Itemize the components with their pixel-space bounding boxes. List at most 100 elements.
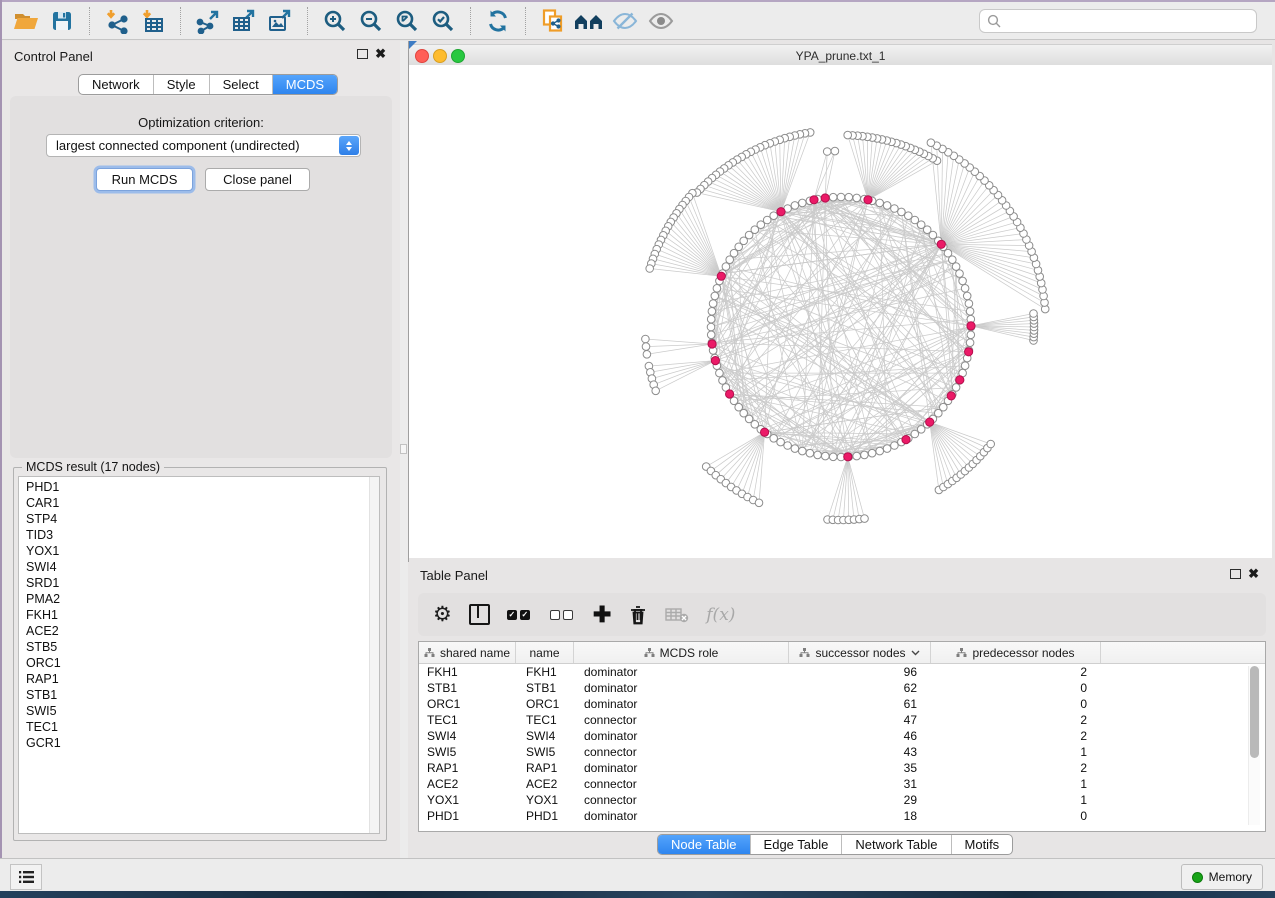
column-header-predecessor-nodes[interactable]: predecessor nodes: [931, 642, 1101, 663]
column-header-MCDS-role[interactable]: MCDS role: [574, 642, 789, 663]
gear-icon[interactable]: ⚙: [433, 601, 452, 629]
mcds-result-item[interactable]: SRD1: [19, 575, 379, 591]
save-icon[interactable]: [44, 6, 80, 36]
tab-style[interactable]: Style: [154, 75, 210, 94]
select-stepper-icon: [339, 136, 359, 155]
refresh-icon[interactable]: [480, 6, 516, 36]
deselect-all-icon[interactable]: [550, 601, 576, 629]
hide-selected-eye-icon[interactable]: [607, 6, 643, 36]
cell-name: SWI5: [516, 745, 574, 759]
table-row[interactable]: RAP1RAP1dominator352: [419, 760, 1265, 776]
optimization-criterion-label: Optimization criterion:: [10, 115, 392, 130]
table-row[interactable]: SWI5SWI5connector431: [419, 744, 1265, 760]
tab-motifs[interactable]: Motifs: [952, 835, 1013, 854]
memory-button[interactable]: Memory: [1181, 864, 1263, 890]
table-scrollbar-thumb[interactable]: [1250, 666, 1259, 758]
cell-name: ACE2: [516, 777, 574, 791]
mcds-result-list[interactable]: PHD1CAR1STP4TID3YOX1SWI4SRD1PMA2FKH1ACE2…: [18, 476, 380, 834]
mcds-result-item[interactable]: STP4: [19, 511, 379, 527]
mcds-list-scrollbar[interactable]: [369, 477, 379, 833]
optimization-criterion-select[interactable]: largest connected component (undirected): [46, 134, 361, 157]
float-panel-icon[interactable]: [1230, 569, 1241, 579]
tab-node-table[interactable]: Node Table: [658, 835, 751, 854]
show-all-eye-icon[interactable]: [643, 6, 679, 36]
columns-icon[interactable]: [469, 601, 490, 629]
import-network-icon[interactable]: [99, 6, 135, 36]
close-panel-icon[interactable]: ✖: [375, 49, 386, 59]
export-image-icon[interactable]: [262, 6, 298, 36]
mcds-result-item[interactable]: STB1: [19, 687, 379, 703]
table-scrollbar[interactable]: [1248, 666, 1260, 825]
search-input[interactable]: [1006, 14, 1256, 28]
select-all-icon[interactable]: ✓✓: [507, 601, 533, 629]
cell-shared-name: RAP1: [419, 761, 516, 775]
close-panel-button[interactable]: Close panel: [205, 168, 310, 191]
tab-network[interactable]: Network: [79, 75, 154, 94]
mcds-result-item[interactable]: TID3: [19, 527, 379, 543]
mcds-result-item[interactable]: YOX1: [19, 543, 379, 559]
table-row[interactable]: ORC1ORC1dominator610: [419, 696, 1265, 712]
import-table-icon[interactable]: [135, 6, 171, 36]
table-row[interactable]: FKH1FKH1dominator962: [419, 664, 1265, 680]
mcds-result-item[interactable]: PMA2: [19, 591, 379, 607]
export-network-icon[interactable]: [190, 6, 226, 36]
splitter-handle[interactable]: [400, 444, 407, 454]
mcds-result-item[interactable]: TEC1: [19, 719, 379, 735]
table-row[interactable]: PHD1PHD1dominator180: [419, 808, 1265, 824]
column-header-filler: [1101, 642, 1265, 663]
zoom-fit-icon[interactable]: [389, 6, 425, 36]
show-panels-list-button[interactable]: [10, 864, 42, 890]
mcds-result-item[interactable]: PHD1: [19, 479, 379, 495]
tab-edge-table[interactable]: Edge Table: [751, 835, 843, 854]
mcds-result-item[interactable]: STB5: [19, 639, 379, 655]
search-box[interactable]: [979, 9, 1257, 33]
mcds-result-item[interactable]: CAR1: [19, 495, 379, 511]
zoom-out-icon[interactable]: [353, 6, 389, 36]
cell-name: FKH1: [516, 665, 574, 679]
column-header-name[interactable]: name: [516, 642, 574, 663]
delete-table-icon[interactable]: [665, 601, 689, 629]
column-type-icon: [956, 648, 967, 658]
table-row[interactable]: STB1STB1dominator620: [419, 680, 1265, 696]
dock-resize-corner: [409, 41, 417, 49]
table-row[interactable]: TEC1TEC1connector472: [419, 712, 1265, 728]
cell-MCDS-role: connector: [574, 777, 789, 791]
first-neighbors-icon[interactable]: [571, 6, 607, 36]
cell-MCDS-role: dominator: [574, 697, 789, 711]
mcds-result-item[interactable]: RAP1: [19, 671, 379, 687]
mcds-result-item[interactable]: GCR1: [19, 735, 379, 751]
zoom-selected-icon[interactable]: [425, 6, 461, 36]
column-header-successor-nodes[interactable]: successor nodes: [789, 642, 931, 663]
column-header-shared-name[interactable]: shared name: [419, 642, 516, 663]
delete-column-icon[interactable]: [628, 601, 648, 629]
mcds-result-item[interactable]: SWI4: [19, 559, 379, 575]
open-folder-icon[interactable]: [8, 6, 44, 36]
mcds-result-item[interactable]: ACE2: [19, 623, 379, 639]
table-row[interactable]: ACE2ACE2connector311: [419, 776, 1265, 792]
duplicate-network-icon[interactable]: [535, 6, 571, 36]
list-icon: [19, 871, 34, 883]
cell-name: PHD1: [516, 809, 574, 823]
cell-predecessor-nodes: 2: [931, 713, 1101, 727]
network-window-titlebar[interactable]: YPA_prune.txt_1: [409, 44, 1272, 66]
mcds-result-item[interactable]: FKH1: [19, 607, 379, 623]
cell-successor-nodes: 47: [789, 713, 931, 727]
close-panel-icon[interactable]: ✖: [1248, 569, 1259, 579]
mcds-result-item[interactable]: SWI5: [19, 703, 379, 719]
cell-successor-nodes: 31: [789, 777, 931, 791]
tab-mcds[interactable]: MCDS: [273, 75, 337, 94]
export-table-icon[interactable]: [226, 6, 262, 36]
run-mcds-button[interactable]: Run MCDS: [96, 168, 193, 191]
table-row[interactable]: YOX1YOX1connector291: [419, 792, 1265, 808]
mcds-result-item[interactable]: ORC1: [19, 655, 379, 671]
add-column-icon[interactable]: ✚: [593, 601, 611, 629]
column-type-icon: [644, 648, 655, 658]
function-builder-icon[interactable]: f(x): [706, 601, 735, 629]
float-panel-icon[interactable]: [357, 49, 368, 59]
tab-network-table[interactable]: Network Table: [842, 835, 951, 854]
tab-select[interactable]: Select: [210, 75, 273, 94]
table-row[interactable]: SWI4SWI4dominator462: [419, 728, 1265, 744]
zoom-in-icon[interactable]: [317, 6, 353, 36]
cell-MCDS-role: dominator: [574, 681, 789, 695]
network-canvas[interactable]: [409, 65, 1272, 558]
